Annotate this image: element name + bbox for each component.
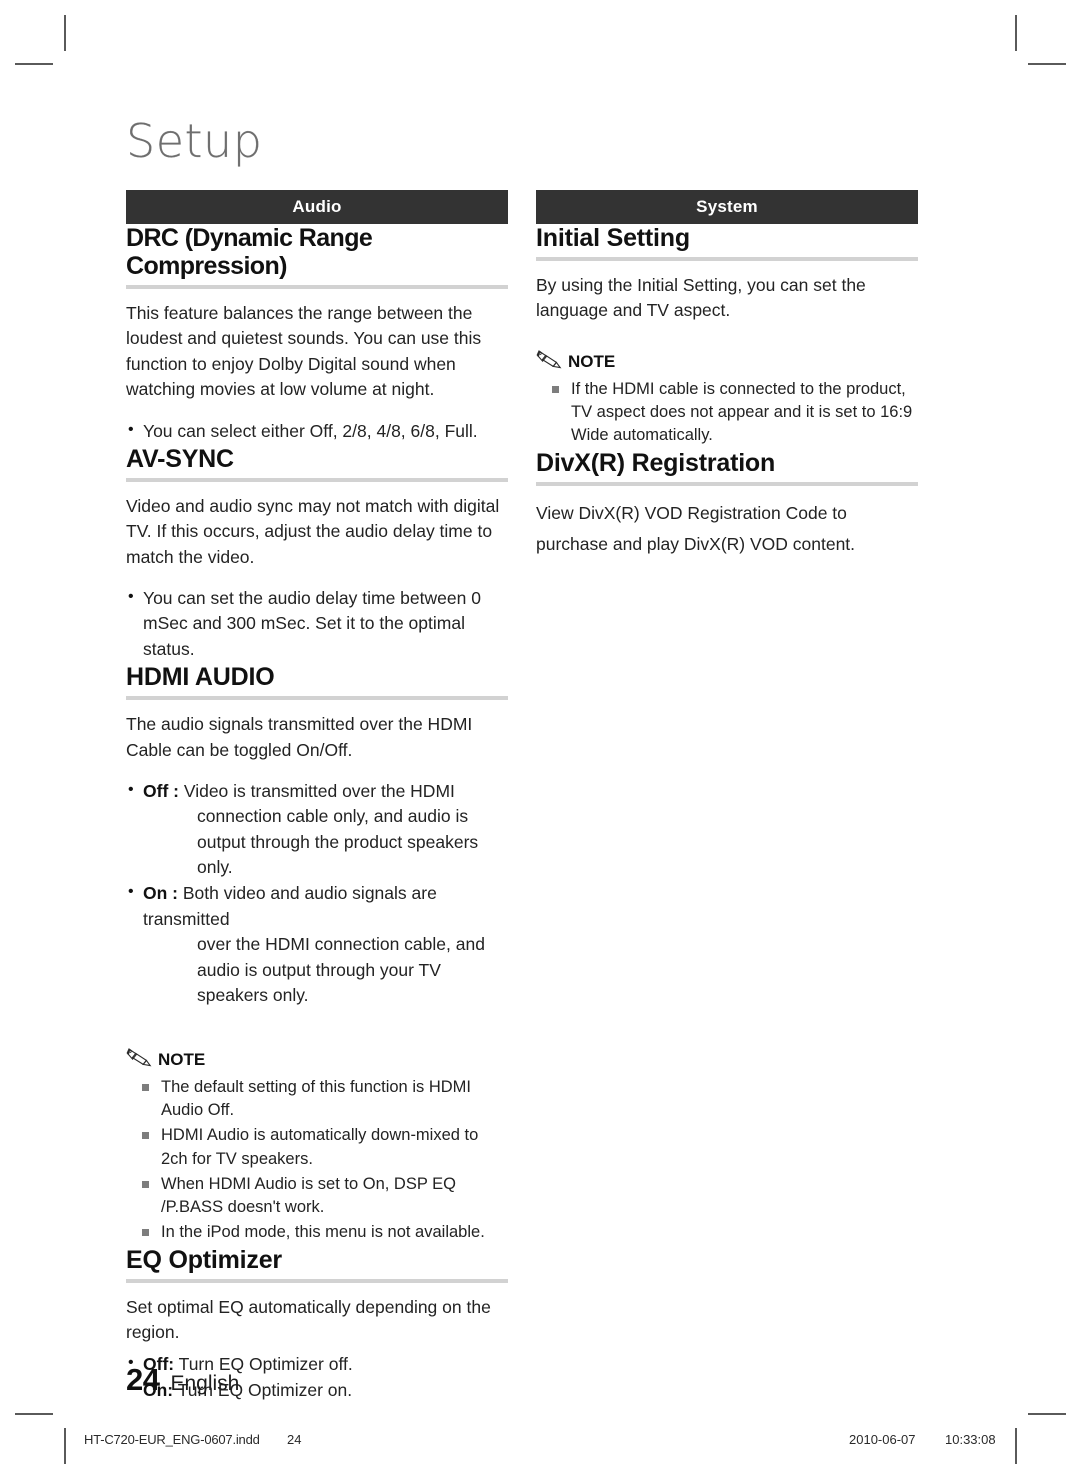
list-item: If the HDMI cable is connected to the pr…	[536, 378, 918, 447]
print-footer-date: 2010-06-07	[849, 1432, 916, 1447]
section-banner-system: System	[536, 190, 918, 224]
print-footer: HT-C720-EUR_ENG-0607.indd 24 2010-06-07 …	[0, 1432, 1080, 1452]
page-title: Setup	[126, 114, 263, 168]
heading-drc: DRC (Dynamic Range Compression)	[126, 224, 508, 289]
paragraph-divx-registration: View DivX(R) VOD Registration Code to pu…	[536, 503, 856, 554]
heading-eq-optimizer: EQ Optimizer	[126, 1246, 508, 1283]
column-system: System Initial Setting By using the Init…	[536, 190, 918, 559]
heading-divx-registration: DivX(R) Registration	[536, 449, 918, 487]
bullet-text: Both video and audio signals are transmi…	[143, 883, 437, 929]
note-header-hdmi-audio: NOTE	[126, 1048, 508, 1072]
bullet-list-drc: You can select either Off, 2/8, 4/8, 6/8…	[126, 417, 508, 444]
list-item: HDMI Audio is automatically down-mixed t…	[126, 1124, 508, 1170]
note-header-initial-setting: NOTE	[536, 349, 918, 374]
column-audio: Audio DRC (Dynamic Range Compression) Th…	[126, 190, 508, 1404]
bullet-label: On :	[143, 883, 178, 904]
heading-av-sync: AV-SYNC	[126, 445, 508, 482]
page-footer: 24 English	[126, 1362, 239, 1398]
pencil-icon	[536, 349, 562, 374]
section-banner-audio: Audio	[126, 190, 508, 224]
list-item: When HDMI Audio is set to On, DSP EQ /P.…	[126, 1173, 508, 1219]
print-footer-page: 24	[287, 1432, 302, 1447]
bullet-text: You can set the audio delay time between…	[143, 588, 481, 659]
note-list-hdmi-audio: The default setting of this function is …	[126, 1076, 508, 1244]
paragraph-initial-setting: By using the Initial Setting, you can se…	[536, 275, 866, 321]
paragraph-eq-optimizer: Set optimal EQ automatically depending o…	[126, 1296, 491, 1343]
bullet-label: Off :	[143, 780, 179, 801]
heading-initial-setting: Initial Setting	[536, 224, 918, 261]
print-footer-filename: HT-C720-EUR_ENG-0607.indd	[84, 1432, 260, 1447]
list-item: In the iPod mode, this menu is not avail…	[126, 1221, 508, 1244]
list-item: The default setting of this function is …	[126, 1076, 508, 1122]
bullet-list-av-sync: You can set the audio delay time between…	[126, 585, 508, 662]
list-item: You can set the audio delay time between…	[126, 585, 508, 662]
page-language: English	[170, 1372, 240, 1395]
manual-page: Setup Audio DRC (Dynamic Range Compressi…	[0, 0, 1080, 1479]
print-footer-time: 10:33:08	[945, 1432, 996, 1447]
list-item: You can select either Off, 2/8, 4/8, 6/8…	[126, 417, 508, 444]
heading-hdmi-audio: HDMI AUDIO	[126, 663, 508, 701]
bullet-text: Video is transmitted over the HDMI	[183, 780, 455, 801]
bullet-text: You can select either Off, 2/8, 4/8, 6/8…	[143, 420, 478, 441]
pencil-icon	[126, 1048, 152, 1072]
bullet-indent-text: connection cable only, and audio is outp…	[197, 806, 479, 877]
page-number: 24	[126, 1362, 160, 1397]
paragraph-hdmi-audio: The audio signals transmitted over the H…	[126, 714, 473, 760]
bullet-indent-text: over the HDMI connection cable, and audi…	[197, 934, 485, 1005]
paragraph-drc: This feature balances the range between …	[126, 303, 482, 400]
paragraph-av-sync: Video and audio sync may not match with …	[126, 495, 500, 567]
note-list-initial-setting: If the HDMI cable is connected to the pr…	[536, 378, 918, 447]
list-item: On : Both video and audio signals are tr…	[126, 880, 508, 1008]
bullet-list-hdmi-audio: Off : Video is transmitted over the HDMI…	[126, 778, 508, 1008]
note-title: NOTE	[158, 1050, 206, 1070]
list-item: Off : Video is transmitted over the HDMI…	[126, 778, 508, 881]
note-title: NOTE	[568, 351, 616, 371]
